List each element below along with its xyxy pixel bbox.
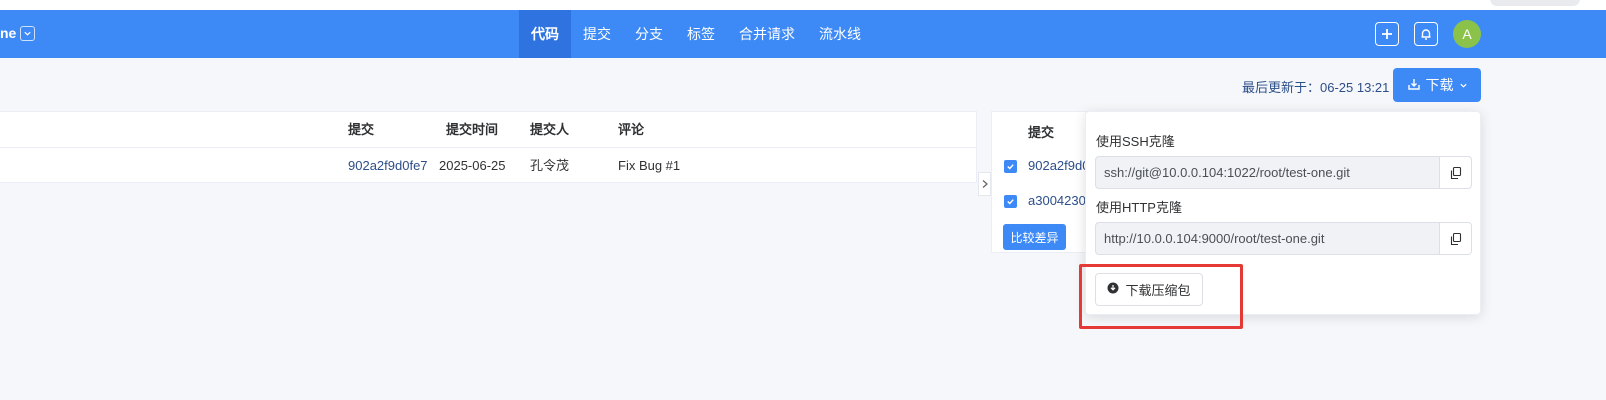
column-header-commit: 提交	[348, 122, 375, 137]
commit-author: 孔令茂	[530, 158, 570, 173]
commit-comment: Fix Bug #1	[618, 158, 681, 173]
table-row: 902a2f9d0fe7 2025-06-25 孔令茂 Fix Bug #1	[0, 148, 976, 184]
download-zip-label: 下载压缩包	[1125, 283, 1191, 298]
download-label: 下载	[1425, 77, 1454, 93]
table-header: 提交 提交时间 提交人 评论	[0, 112, 976, 148]
last-updated-text: 最后更新于：06-25 13:21	[1242, 80, 1390, 95]
repo-name: ne	[0, 25, 17, 41]
nav-tab-tags[interactable]: 标签	[675, 10, 727, 58]
download-icon	[1407, 77, 1421, 94]
http-clone-label: 使用HTTP克隆	[1096, 200, 1182, 215]
nav-tab-branches[interactable]: 分支	[623, 10, 675, 58]
repo-selector[interactable]: ne	[0, 25, 36, 41]
compare-diff-button[interactable]: 比较差异	[1003, 224, 1066, 250]
http-url-field[interactable]: http://10.0.0.104:9000/root/test-one.git	[1095, 222, 1439, 255]
nav-tab-pipelines[interactable]: 流水线	[807, 10, 873, 58]
download-zip-button[interactable]: 下载压缩包	[1095, 273, 1203, 306]
commit-checkbox[interactable]	[1004, 160, 1017, 173]
nav-tab-code[interactable]: 代码	[519, 10, 571, 58]
column-header-author: 提交人	[530, 122, 570, 137]
download-circle-icon	[1107, 282, 1119, 297]
avatar[interactable]: A	[1453, 20, 1481, 48]
main-nav: 代码 提交 分支 标签 合并请求 流水线	[519, 10, 873, 58]
nav-tab-commits[interactable]: 提交	[571, 10, 623, 58]
plus-icon[interactable]	[1375, 22, 1399, 46]
commit-table: 提交 提交时间 提交人 评论 902a2f9d0fe7 2025-06-25 孔…	[0, 111, 977, 183]
compare-panel-title: 提交	[1028, 125, 1055, 140]
browser-chrome-strip	[0, 0, 1606, 10]
copy-icon[interactable]	[1439, 222, 1472, 255]
ssh-url-field[interactable]: ssh://git@10.0.0.104:1022/root/test-one.…	[1095, 156, 1439, 189]
ssh-clone-label: 使用SSH克隆	[1096, 134, 1175, 149]
top-navigation-bar: ne 代码 提交 分支 标签 合并请求 流水线 A	[0, 10, 1606, 58]
browser-tab-pill	[1490, 0, 1580, 6]
compare-commit-hash[interactable]: a3004230.	[1028, 193, 1089, 208]
chevron-down-icon[interactable]	[20, 25, 36, 41]
commit-time: 2025-06-25	[439, 158, 506, 173]
commit-hash-link[interactable]: 902a2f9d0fe7	[348, 148, 428, 184]
commit-checkbox[interactable]	[1004, 195, 1017, 208]
http-clone-group: http://10.0.0.104:9000/root/test-one.git	[1095, 222, 1472, 255]
download-popover: 使用SSH克隆 ssh://git@10.0.0.104:1022/root/t…	[1085, 111, 1481, 315]
nav-tab-merge-requests[interactable]: 合并请求	[727, 10, 807, 58]
compare-commit-hash[interactable]: 902a2f9d0	[1028, 158, 1089, 173]
column-header-time: 提交时间	[446, 122, 499, 137]
copy-icon[interactable]	[1439, 156, 1472, 189]
column-header-comment: 评论	[618, 122, 645, 137]
download-button[interactable]: 下载	[1393, 68, 1481, 102]
ssh-clone-group: ssh://git@10.0.0.104:1022/root/test-one.…	[1095, 156, 1472, 189]
chevron-right-icon[interactable]	[978, 172, 991, 196]
bell-icon[interactable]	[1414, 22, 1438, 46]
chevron-down-icon	[1459, 77, 1468, 93]
